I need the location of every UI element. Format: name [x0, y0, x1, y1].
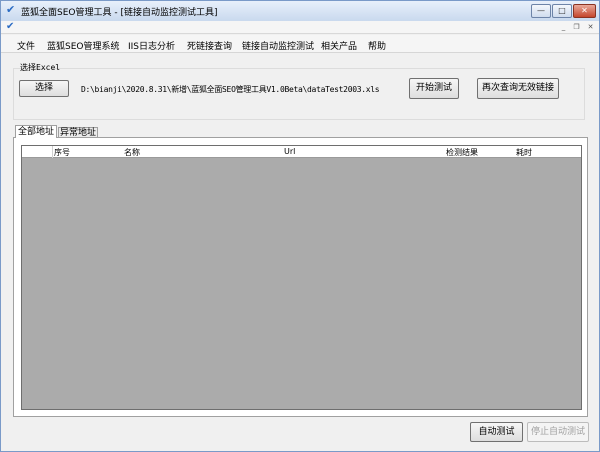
grid-header: 序号 名称 Url 检测结果 耗时	[22, 146, 581, 158]
close-button[interactable]: ✕	[573, 4, 596, 18]
column-separator	[52, 146, 53, 158]
app-icon: ✔	[6, 3, 16, 16]
app-window: ✔ 蓝狐全面SEO管理工具 - [链接自动监控测试工具] — □ ✕ ✔ _ ❐…	[0, 0, 600, 452]
title-bar: ✔ 蓝狐全面SEO管理工具 - [链接自动监控测试工具] — □ ✕	[1, 1, 599, 21]
column-header-result[interactable]: 检测结果	[446, 147, 478, 158]
window-title: 蓝狐全面SEO管理工具 - [链接自动监控测试工具]	[21, 8, 218, 18]
menu-dead-link[interactable]: 死链接查询	[187, 39, 232, 52]
menu-iis-log[interactable]: IIS日志分析	[128, 39, 175, 52]
mdi-child-icon: ✔	[6, 21, 15, 32]
column-header-duration[interactable]: 耗时	[516, 147, 532, 158]
column-header-index[interactable]: 序号	[54, 147, 70, 158]
menu-seo-system[interactable]: 蓝狐SEO管理系统	[47, 39, 119, 52]
mdi-close-button[interactable]: ✕	[585, 22, 596, 32]
select-file-button[interactable]: 选择	[19, 80, 69, 97]
tab-all-addresses[interactable]: 全部地址	[15, 125, 57, 138]
mdi-restore-button[interactable]: ❐	[571, 22, 582, 32]
stop-auto-test-button[interactable]: 停止自动测试	[527, 422, 589, 442]
excel-group-label: 选择Excel	[20, 63, 61, 72]
menu-file[interactable]: 文件	[17, 39, 35, 52]
column-header-name[interactable]: 名称	[124, 147, 140, 158]
menu-help[interactable]: 帮助	[368, 39, 386, 52]
requery-invalid-links-button[interactable]: 再次查询无效链接	[477, 78, 559, 99]
mdi-minimize-button[interactable]: _	[558, 22, 569, 32]
minimize-button[interactable]: —	[531, 4, 551, 18]
column-header-url[interactable]: Url	[284, 147, 295, 156]
menu-link-monitor[interactable]: 链接自动监控测试	[242, 39, 314, 52]
menu-related-products[interactable]: 相关产品	[321, 39, 357, 52]
mdi-control-strip: ✔ _ ❐ ✕	[1, 21, 599, 34]
maximize-button[interactable]: □	[552, 4, 572, 18]
start-test-button[interactable]: 开始测试	[409, 78, 459, 99]
results-grid[interactable]: 序号 名称 Url 检测结果 耗时	[21, 145, 582, 410]
file-path-text: D:\bianji\2020.8.31\新增\蓝狐全面SEO管理工具V1.0Be…	[81, 85, 380, 94]
auto-test-button[interactable]: 自动测试	[470, 422, 523, 442]
menu-bar: 文件 蓝狐SEO管理系统 IIS日志分析 死链接查询 链接自动监控测试 相关产品…	[1, 35, 599, 53]
